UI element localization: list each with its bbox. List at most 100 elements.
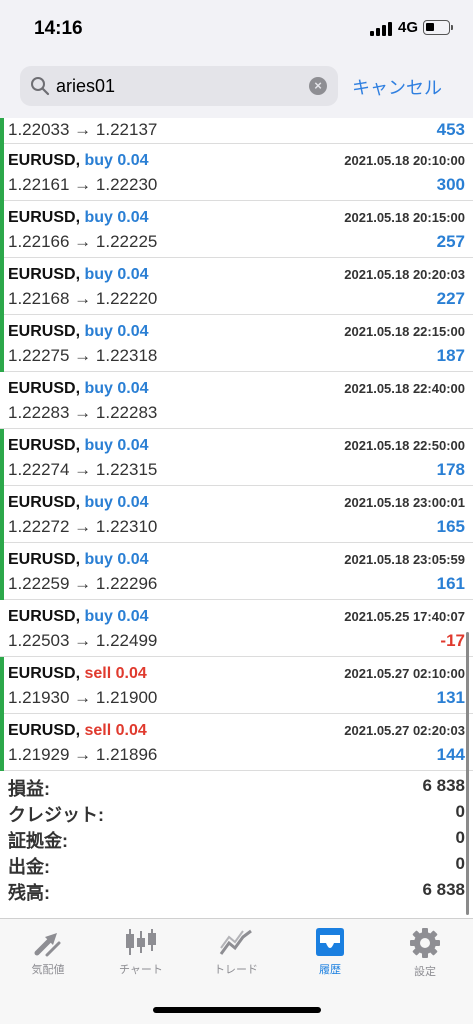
trade-prices: 1.22272 → 1.22310	[8, 517, 158, 536]
trade-date: 2021.05.18 22:50:00	[344, 438, 465, 453]
trade-side: buy 0.04	[84, 608, 149, 625]
status-time: 14:16	[34, 18, 83, 39]
trade-date: 2021.05.18 20:20:03	[344, 267, 465, 282]
summary-row: 残高: 6 838	[0, 877, 473, 903]
trade-prices: 1.22033 → 1.22137	[8, 120, 158, 139]
profit-indicator-bar	[0, 118, 4, 144]
trade-symbol: EURUSD, sell 0.04	[8, 665, 147, 683]
tab-label: チャート	[119, 964, 163, 976]
cancel-button[interactable]: キャンセル	[352, 74, 442, 100]
clear-icon[interactable]: ×	[309, 77, 327, 95]
trade-row[interactable]: EURUSD, buy 0.04 2021.05.18 22:15:00 1.222…	[0, 315, 473, 372]
trade-row[interactable]: EURUSD, buy 0.04 2021.05.18 22:40:00 1.222…	[0, 372, 473, 429]
trade-side: buy 0.04	[84, 209, 149, 226]
trade-date: 2021.05.18 20:10:00	[344, 153, 465, 168]
search-input[interactable]: aries01 ×	[20, 66, 338, 106]
trade-prices: 1.22274 → 1.22315	[8, 460, 158, 479]
summary-row: 損益: 6 838	[0, 773, 473, 799]
trade-profit: 257	[436, 232, 465, 251]
trade-date: 2021.05.18 23:00:01	[344, 495, 465, 510]
trade-side: sell 0.04	[84, 665, 147, 682]
status-bar: 14:16 4G	[0, 0, 473, 56]
tab-label: トレード	[214, 964, 258, 976]
trade-row[interactable]: EURUSD, buy 0.04 2021.05.18 20:20:03 1.221…	[0, 258, 473, 315]
network-label: 4G	[398, 19, 419, 36]
trade-profit: 161	[436, 574, 465, 593]
summary-row: クレジット: 0	[0, 799, 473, 825]
search-value: aries01	[56, 76, 116, 96]
trade-symbol: EURUSD, sell 0.04	[8, 722, 147, 740]
trade-row[interactable]: EURUSD, buy 0.04 2021.05.18 20:10:00 1.221…	[0, 144, 473, 201]
profit-indicator-bar	[0, 486, 4, 543]
summary-label: 損益:	[8, 779, 50, 799]
trade-side: buy 0.04	[84, 551, 149, 568]
summary-value: 0	[455, 802, 465, 821]
trade-side: buy 0.04	[84, 266, 149, 283]
trade-prices: 1.22503 → 1.22499	[8, 631, 158, 650]
trade-symbol: EURUSD, buy 0.04	[8, 551, 149, 569]
trade-side: buy 0.04	[84, 380, 149, 397]
symbol-name: EURUSD,	[8, 722, 81, 739]
symbol-name: EURUSD,	[8, 323, 81, 340]
trade-profit: -17	[440, 631, 465, 650]
trade-side: buy 0.04	[84, 152, 149, 169]
symbol-name: EURUSD,	[8, 380, 81, 397]
trade-row[interactable]: EURUSD, buy 0.04 2021.05.18 22:50:00 1.222…	[0, 429, 473, 486]
tab-chart[interactable]: チャート	[101, 927, 181, 987]
battery-icon	[423, 20, 450, 35]
trade-date: 2021.05.25 17:40:07	[344, 609, 465, 624]
summary-label: 残高:	[8, 883, 50, 903]
symbol-name: EURUSD,	[8, 209, 81, 226]
trade-side: buy 0.04	[84, 323, 149, 340]
account-summary: 損益: 6 838 クレジット: 0 証拠金: 0 出金: 0 残高: 6 838	[0, 773, 473, 903]
trade-prices: 1.21930 → 1.21900	[8, 688, 158, 707]
trade-row[interactable]: EURUSD, buy 0.04 2021.05.25 17:40:07 1.225…	[0, 600, 473, 657]
profit-indicator-bar	[0, 201, 4, 258]
trade-prices: 1.22168 → 1.22220	[8, 289, 158, 308]
trade-row[interactable]: EURUSD, sell 0.04 2021.05.27 02:10:00 1.21…	[0, 657, 473, 714]
trade-prices: 1.21929 → 1.21896	[8, 745, 158, 764]
trade-profit: 300	[436, 175, 465, 194]
trade-date: 2021.05.27 02:10:00	[344, 666, 465, 681]
tab-quotes[interactable]: 気配値	[8, 927, 88, 987]
summary-row: 証拠金: 0	[0, 825, 473, 851]
symbol-name: EURUSD,	[8, 665, 81, 682]
profit-indicator-bar	[0, 714, 4, 771]
tab-trade[interactable]: トレード	[196, 927, 276, 987]
trade-row[interactable]: EURUSD, sell 0.04 2021.05.27 02:20:03 1.21…	[0, 714, 473, 771]
trade-row[interactable]: 1.22033 → 1.22137 453	[0, 118, 473, 144]
summary-label: クレジット:	[8, 805, 104, 825]
trade-symbol: EURUSD, buy 0.04	[8, 380, 149, 398]
trade-prices: 1.22259 → 1.22296	[8, 574, 158, 593]
quotes-arrows-icon	[34, 933, 61, 957]
trade-date: 2021.05.18 20:15:00	[344, 210, 465, 225]
trade-profit: 144	[436, 745, 465, 764]
profit-indicator-bar	[0, 258, 4, 315]
settings-gear-icon	[410, 928, 440, 958]
trade-symbol: EURUSD, buy 0.04	[8, 209, 149, 227]
trade-symbol: EURUSD, buy 0.04	[8, 437, 149, 455]
symbol-name: EURUSD,	[8, 437, 81, 454]
scrollbar[interactable]	[466, 632, 469, 915]
trade-row[interactable]: EURUSD, buy 0.04 2021.05.18 23:00:01 1.222…	[0, 486, 473, 543]
symbol-name: EURUSD,	[8, 551, 81, 568]
signal-icon	[370, 22, 392, 36]
tab-history[interactable]: 履歴	[290, 927, 370, 987]
trade-profit: 453	[436, 120, 465, 139]
top-area: 14:16 4G aries01 × キャンセル	[0, 0, 473, 118]
trade-row[interactable]: EURUSD, buy 0.04 2021.05.18 20:15:00 1.221…	[0, 201, 473, 258]
trade-row[interactable]: EURUSD, buy 0.04 2021.05.18 23:05:59 1.222…	[0, 543, 473, 600]
profit-indicator-bar	[0, 543, 4, 600]
tab-settings[interactable]: 設定	[385, 927, 465, 987]
trade-date: 2021.05.18 22:15:00	[344, 324, 465, 339]
summary-label: 証拠金:	[8, 831, 68, 851]
profit-indicator-bar	[0, 429, 4, 486]
home-indicator[interactable]	[153, 1007, 321, 1013]
symbol-name: EURUSD,	[8, 608, 81, 625]
profit-indicator-bar	[0, 315, 4, 372]
trade-date: 2021.05.18 22:40:00	[344, 381, 465, 396]
trade-prices: 1.22283 → 1.22283	[8, 403, 158, 422]
summary-row: 出金: 0	[0, 851, 473, 877]
summary-value: 0	[455, 828, 465, 847]
search-icon	[31, 77, 50, 96]
